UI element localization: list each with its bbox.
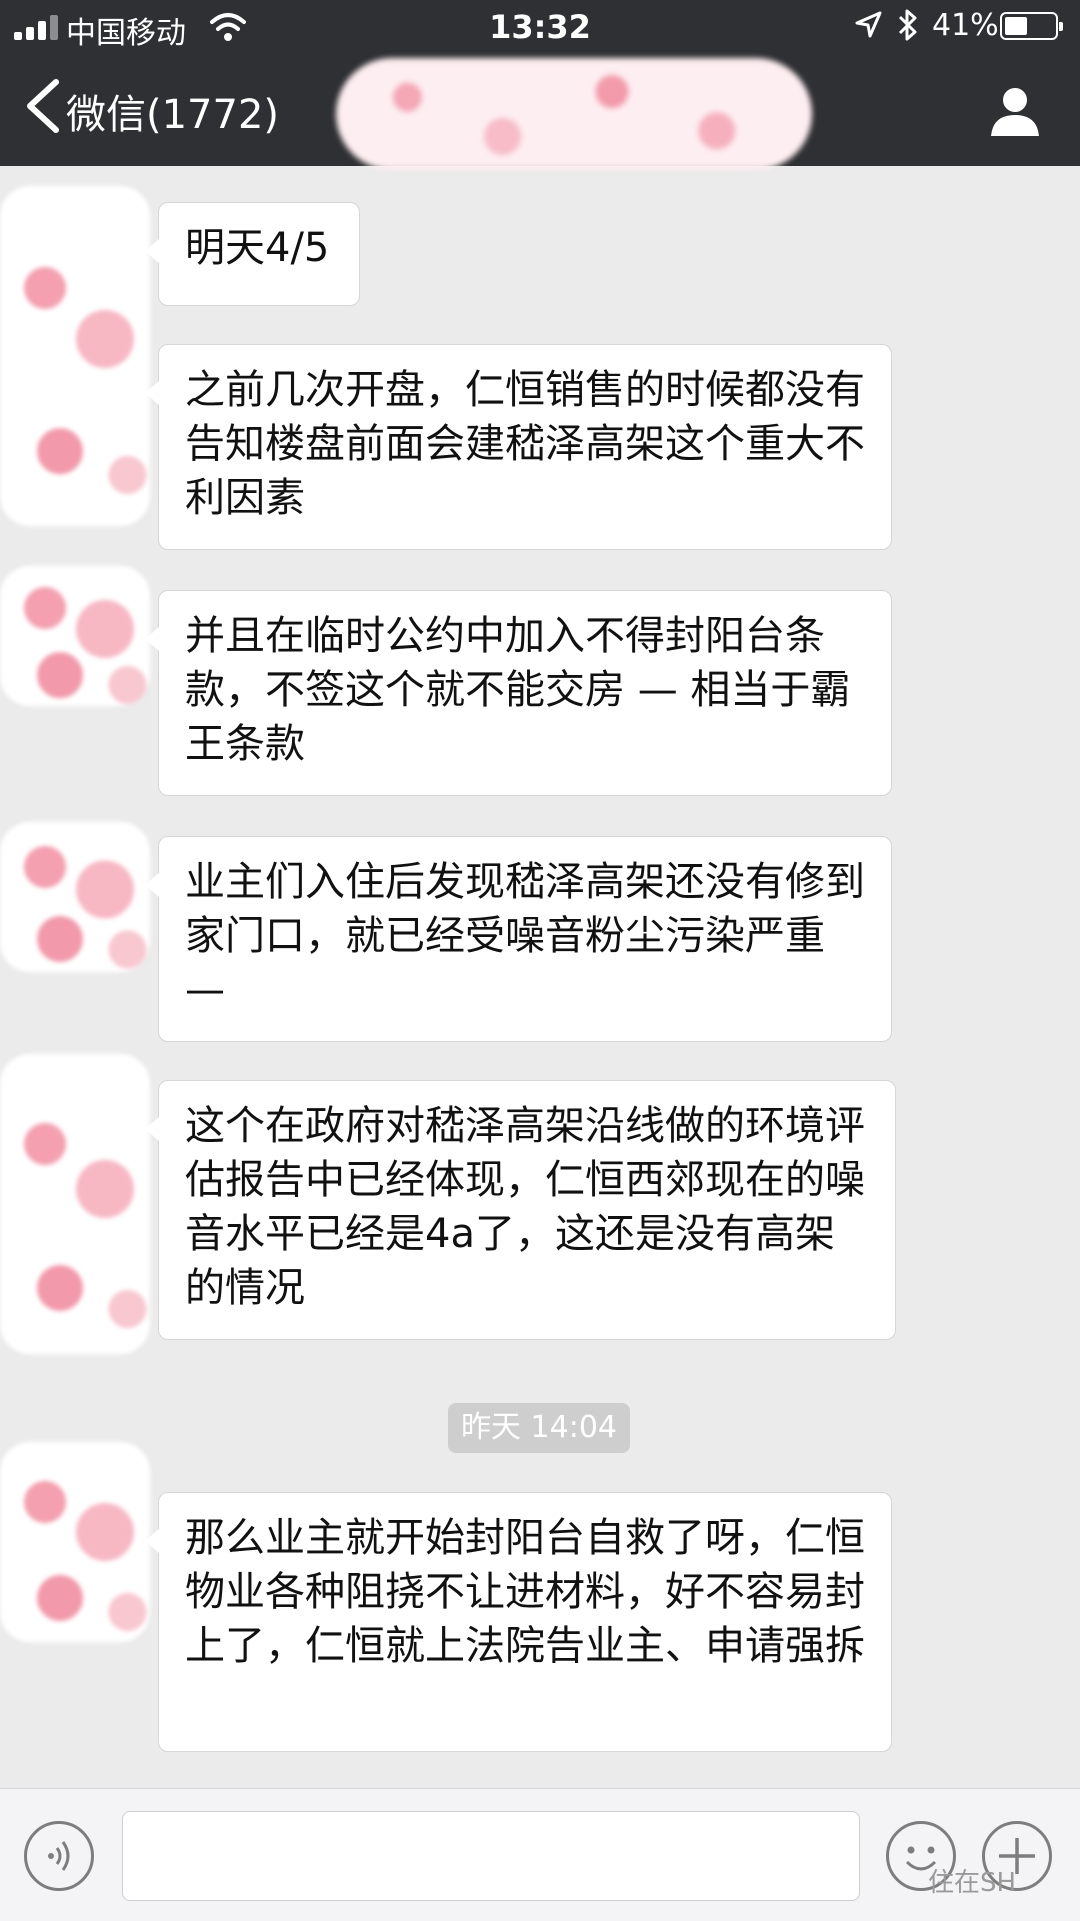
nav-bar: 微信(1772) bbox=[0, 54, 1080, 170]
person-icon[interactable] bbox=[988, 84, 1042, 138]
message-bubble[interactable]: 并且在临时公约中加入不得封阳台条款，不签这个就不能交房 — 相当于霸王条款 bbox=[145, 590, 892, 796]
avatar[interactable] bbox=[0, 566, 150, 706]
battery-icon bbox=[1000, 12, 1063, 40]
message-bubble[interactable]: 那么业主就开始封阳台自救了呀，仁恒物业各种阻挠不让进材料，好不容易封上了，仁恒就… bbox=[145, 1492, 892, 1752]
message-bubble[interactable]: 明天4/5 bbox=[145, 202, 360, 306]
chat-title-redacted bbox=[336, 58, 812, 170]
message-bubble[interactable]: 之前几次开盘，仁恒销售的时候都没有告知楼盘前面会建嵇泽高架这个重大不利因素 bbox=[145, 344, 892, 550]
message-bubble[interactable]: 这个在政府对嵇泽高架沿线做的环境评估报告中已经体现，仁恒西郊现在的噪音水平已经是… bbox=[145, 1080, 896, 1340]
watermark: 住在SH bbox=[928, 1868, 1017, 1898]
bluetooth-icon bbox=[898, 9, 917, 41]
status-bar: 中国移动 13:32 41% bbox=[0, 0, 1080, 54]
timestamp-divider: 昨天 14:04 bbox=[448, 1403, 630, 1453]
location-icon bbox=[855, 11, 882, 38]
message-input[interactable] bbox=[122, 1811, 860, 1901]
message-bubble[interactable]: 业主们入住后发现嵇泽高架还没有修到家门口，就已经受噪音粉尘污染严重 — bbox=[145, 836, 892, 1042]
chevron-left-icon[interactable] bbox=[18, 76, 68, 136]
avatar[interactable] bbox=[0, 186, 150, 526]
avatar[interactable] bbox=[0, 822, 150, 972]
top-bar: 中国移动 13:32 41% 微信(1772) bbox=[0, 0, 1080, 170]
avatar[interactable] bbox=[0, 1442, 150, 1642]
message-list[interactable]: 明天4/5 之前几次开盘，仁恒销售的时候都没有告知楼盘前面会建嵇泽高架这个重大不… bbox=[0, 166, 1080, 1788]
voice-icon[interactable] bbox=[24, 1821, 94, 1891]
input-bar bbox=[0, 1788, 1080, 1921]
back-button-label[interactable]: 微信(1772) bbox=[66, 82, 279, 140]
avatar[interactable] bbox=[0, 1054, 150, 1354]
battery-percent: 41% bbox=[932, 8, 999, 43]
